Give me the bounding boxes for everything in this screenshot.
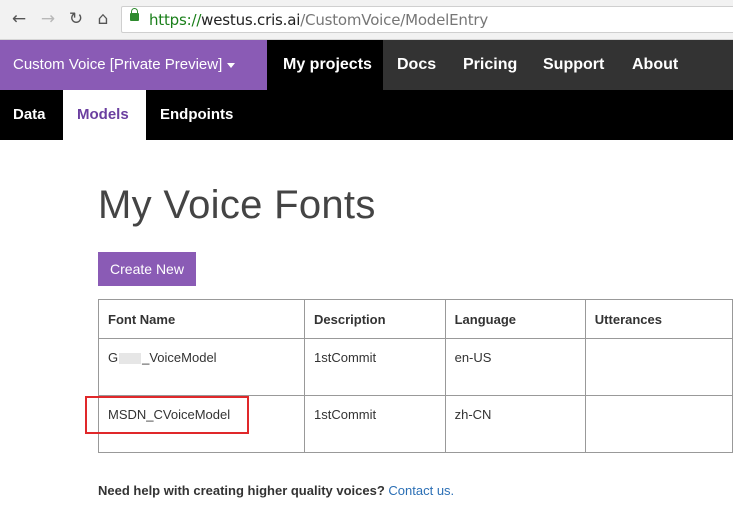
table-row[interactable]: MSDN_CVoiceModel 1stCommit zh-CN xyxy=(98,395,733,453)
url-host: westus.cris.ai xyxy=(201,11,301,29)
subnav-data[interactable]: Data xyxy=(0,90,63,140)
cell-language: zh-CN xyxy=(444,395,586,453)
cell-language: en-US xyxy=(444,338,586,396)
top-nav: Custom Voice [Private Preview] My projec… xyxy=(0,40,733,90)
contact-us-link[interactable]: Contact us. xyxy=(388,483,454,498)
nav-docs[interactable]: Docs xyxy=(383,40,436,90)
brand-dropdown[interactable]: Custom Voice [Private Preview] xyxy=(0,40,267,90)
subnav-endpoints[interactable]: Endpoints xyxy=(146,90,256,140)
page-title: My Voice Fonts xyxy=(98,183,376,227)
nav-support[interactable]: Support xyxy=(529,40,619,90)
nav-pricing[interactable]: Pricing xyxy=(449,40,529,90)
reload-icon[interactable]: ↻ xyxy=(66,9,86,29)
nav-my-projects[interactable]: My projects xyxy=(267,40,383,90)
sub-nav: Data Models Endpoints xyxy=(0,90,733,140)
column-header-font-name[interactable]: Font Name xyxy=(98,299,305,339)
home-icon[interactable]: ⌂ xyxy=(93,9,113,29)
cell-description: 1stCommit xyxy=(304,395,446,453)
subnav-models[interactable]: Models xyxy=(63,90,146,140)
nav-about[interactable]: About xyxy=(618,40,698,90)
forward-arrow-icon[interactable]: → xyxy=(38,9,58,29)
back-arrow-icon[interactable]: ← xyxy=(9,9,29,29)
url-text[interactable]: https://westus.cris.ai/CustomVoice/Model… xyxy=(149,11,488,29)
cell-font-name[interactable]: MSDN_CVoiceModel xyxy=(98,395,305,453)
url-scheme: https:// xyxy=(149,11,202,29)
brand-label: Custom Voice [Private Preview] xyxy=(13,56,223,73)
cell-utterances xyxy=(584,395,733,453)
help-line: Need help with creating higher quality v… xyxy=(98,483,454,498)
cell-font-name[interactable]: G _VoiceModel xyxy=(98,338,305,396)
cell-description: 1stCommit xyxy=(304,338,446,396)
create-new-button[interactable]: Create New xyxy=(98,252,196,286)
caret-down-icon xyxy=(227,62,236,68)
voice-fonts-table: Font Name Description Language Utterance… xyxy=(98,299,733,453)
browser-toolbar: ← → ↻ ⌂ https://westus.cris.ai/CustomVoi… xyxy=(0,0,733,40)
redacted-mark xyxy=(119,353,142,365)
column-header-utterances[interactable]: Utterances xyxy=(584,299,733,339)
table-row[interactable]: G _VoiceModel 1stCommit en-US xyxy=(98,338,733,396)
font-name-suffix: _VoiceModel xyxy=(142,350,217,365)
url-path: /CustomVoice/ModelEntry xyxy=(300,11,489,29)
font-name-prefix: G xyxy=(108,350,119,365)
address-bar[interactable]: https://westus.cris.ai/CustomVoice/Model… xyxy=(121,6,733,33)
column-header-language[interactable]: Language xyxy=(444,299,586,339)
cell-utterances xyxy=(584,338,733,396)
table-header-row: Font Name Description Language Utterance… xyxy=(98,299,733,339)
help-text: Need help with creating higher quality v… xyxy=(98,483,385,498)
column-header-description[interactable]: Description xyxy=(304,299,446,339)
lock-icon xyxy=(130,8,139,21)
